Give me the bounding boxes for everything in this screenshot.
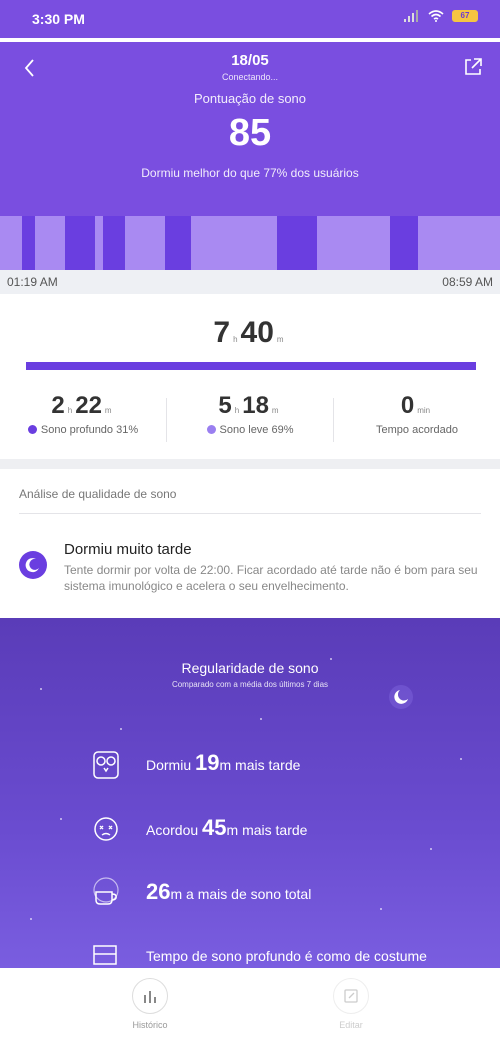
history-label: Histórico <box>132 1020 168 1030</box>
unit: h <box>67 406 73 415</box>
regularity-title: Regularidade de sono <box>181 660 319 676</box>
graph-segment-light <box>191 216 277 270</box>
sleep-score: 85 <box>228 112 272 154</box>
row-suffix: m mais tarde <box>219 757 301 773</box>
light-sleep-stat: 5 h 18 m Sono leve 69% <box>167 392 333 436</box>
score-label: Pontuação de sono <box>193 91 307 106</box>
section-separator <box>0 459 500 469</box>
unit: m <box>104 406 112 415</box>
hours-unit: h <box>233 335 238 344</box>
star <box>60 818 62 820</box>
star <box>460 758 462 760</box>
signal-icon <box>404 10 418 22</box>
light-minutes: 18 <box>242 392 269 419</box>
share-button[interactable] <box>462 56 484 78</box>
wake-time: 08:59 AM <box>442 275 493 289</box>
wifi-icon <box>428 10 444 22</box>
bar-chart-icon <box>144 991 156 1003</box>
coffee-cup-icon <box>93 877 119 905</box>
unit: m <box>271 406 279 415</box>
graph-segment-deep <box>165 216 191 270</box>
star <box>380 908 382 910</box>
score-description: Dormiu melhor do que 77% dos usuários <box>141 166 359 180</box>
graph-segment-light <box>95 216 103 270</box>
row-text: Tempo de sono profundo é como de costume <box>146 948 427 964</box>
time-axis: 01:19 AM 08:59 AM <box>0 270 500 294</box>
awake-label: Tempo acordado <box>376 424 458 436</box>
unit: min <box>417 406 431 415</box>
row-suffix: m mais tarde <box>226 822 308 838</box>
score-header: 18/05 Conectando... Pontuação de sono 85… <box>0 42 500 216</box>
bed-icon <box>93 945 117 965</box>
deep-sleep-stat: 2 h 22 m Sono profundo 31% <box>0 392 166 436</box>
status-bar: 3:30 PM 67 <box>0 0 500 38</box>
row-suffix: m a mais de sono total <box>170 886 312 902</box>
graph-segment-deep <box>22 216 35 270</box>
edit-icon <box>344 989 358 1003</box>
tip-title: Dormiu muito tarde <box>64 541 192 558</box>
row-prefix: Acordou <box>146 822 203 838</box>
total-minutes: 40 <box>240 316 274 349</box>
regularity-row-total: 26m a mais de sono total <box>146 879 311 905</box>
divider <box>166 398 167 442</box>
graph-segment-light <box>0 216 22 270</box>
deep-sleep-dot <box>27 425 37 434</box>
unit: h <box>234 406 240 415</box>
graph-segment-light <box>35 216 65 270</box>
row-value: 19 <box>195 750 220 775</box>
divider <box>19 513 481 514</box>
sleep-start-time: 01:19 AM <box>7 275 58 289</box>
edit-button[interactable] <box>333 978 369 1014</box>
deep-hours: 2 <box>51 392 65 419</box>
status-icons: 67 <box>404 10 478 22</box>
connecting-status: Conectando... <box>221 72 279 82</box>
edit-tab[interactable]: Editar <box>311 978 391 1030</box>
star <box>430 848 432 850</box>
graph-segment-light <box>125 216 165 270</box>
moon-icon <box>19 551 47 579</box>
divider <box>333 398 334 442</box>
graph-segment-deep <box>277 216 317 270</box>
battery-icon: 67 <box>452 10 478 22</box>
row-prefix: Dormiu <box>146 757 196 773</box>
row-value: 26 <box>146 879 171 904</box>
awake-stat: 0 min Tempo acordado <box>334 392 500 436</box>
regularity-subtitle: Comparado com a média dos últimos 7 dias <box>171 680 329 689</box>
bottom-navigation: Histórico Editar <box>0 968 500 1041</box>
awake-minutes: 0 <box>400 392 415 419</box>
graph-segment-light <box>418 216 500 270</box>
star <box>120 728 122 730</box>
edit-label: Editar <box>339 1020 363 1030</box>
tip-text: Tente dormir por volta de 22:00. Ficar a… <box>64 563 478 593</box>
regularity-row-waketime: Acordou 45m mais tarde <box>146 815 307 841</box>
analysis-heading: Análise de qualidade de sono <box>19 487 177 501</box>
regularity-row-bedtime: Dormiu 19m mais tarde <box>146 750 300 776</box>
sleep-stage-graph[interactable] <box>0 216 500 270</box>
graph-segment-deep <box>390 216 418 270</box>
history-tab[interactable]: Histórico <box>110 978 190 1030</box>
sleep-stats: 2 h 22 m Sono profundo 31% 5 h 18 m Sono leve … <box>0 392 500 448</box>
graph-segment-deep <box>103 216 125 270</box>
graph-segment-deep <box>65 216 95 270</box>
star <box>260 718 262 720</box>
owl-icon <box>93 751 119 779</box>
sleep-regularity-card: Regularidade de sono Comparado com a méd… <box>0 618 500 970</box>
deep-minutes: 22 <box>75 392 102 419</box>
light-sleep-label: Sono leve 69% <box>219 424 294 436</box>
light-hours: 5 <box>218 392 232 419</box>
regularity-row-deep-sleep: Tempo de sono profundo é como de costume <box>146 948 427 964</box>
date-title: 18/05 <box>231 52 269 69</box>
minutes-unit: m <box>276 335 284 344</box>
row-value: 45 <box>202 815 227 840</box>
total-sleep-bar <box>26 362 476 370</box>
history-button[interactable] <box>132 978 168 1014</box>
status-time: 3:30 PM <box>32 11 85 27</box>
total-hours: 7 <box>213 316 231 349</box>
deep-sleep-label: Sono profundo 31% <box>40 424 139 436</box>
star <box>30 918 32 920</box>
graph-segment-light <box>317 216 390 270</box>
total-sleep-duration: 7 h 40 m <box>0 316 500 350</box>
alarm-face-icon <box>94 817 118 841</box>
light-sleep-dot <box>206 425 216 434</box>
